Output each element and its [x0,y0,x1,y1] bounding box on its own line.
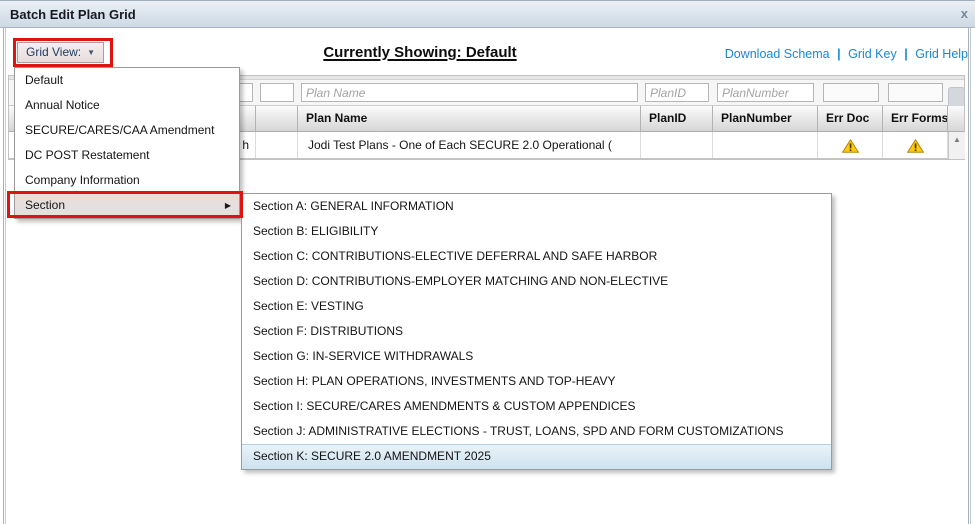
submenu-item-section-i[interactable]: Section I: SECURE/CARES AMENDMENTS & CUS… [242,394,831,419]
chevron-right-icon: ▶ [224,201,231,210]
header-select-column [256,106,298,131]
header-plan-number[interactable]: PlanNumber [713,106,818,131]
submenu-item-section-c[interactable]: Section C: CONTRIBUTIONS-ELECTIVE DEFERR… [242,244,831,269]
menu-item-secure-cares-caa-amendment[interactable]: SECURE/CARES/CAA Amendment [15,118,239,143]
submenu-item-section-g[interactable]: Section G: IN-SERVICE WITHDRAWALS [242,344,831,369]
menu-item-annual-notice[interactable]: Annual Notice [15,93,239,118]
submenu-item-section-k[interactable]: Section K: SECURE 2.0 AMENDMENT 2025 [242,444,831,469]
header-plan-id[interactable]: PlanID [641,106,713,131]
grid-view-dropdown-button[interactable]: Grid View: ▼ [17,42,105,63]
submenu-item-section-f[interactable]: Section F: DISTRIBUTIONS [242,319,831,344]
select-column-filter-input[interactable] [260,83,294,102]
batch-edit-plan-grid-dialog: Batch Edit Plan Grid x Grid View: ▼ Curre… [0,0,975,524]
header-err-forms[interactable]: Err Forms [883,106,948,131]
plan-number-filter-input[interactable] [717,83,814,102]
download-schema-link[interactable]: Download Schema [725,47,830,61]
link-separator: | [904,47,908,61]
warning-icon[interactable] [906,138,924,153]
submenu-item-section-h[interactable]: Section H: PLAN OPERATIONS, INVESTMENTS … [242,369,831,394]
menu-item-section[interactable]: Section ▶ [15,193,239,218]
grid-key-link[interactable]: Grid Key [848,47,897,61]
currently-showing-heading: Currently Showing: Default [323,44,517,61]
scroll-up-icon[interactable]: ▲ [949,136,965,144]
row-plan-number [713,132,818,158]
menu-item-company-information[interactable]: Company Information [15,168,239,193]
dialog-right-border [968,28,971,524]
submenu-item-section-j[interactable]: Section J: ADMINISTRATIVE ELECTIONS - TR… [242,419,831,444]
link-separator: | [837,47,841,61]
row-err-doc-cell [818,132,883,158]
submenu-item-section-e[interactable]: Section E: VESTING [242,294,831,319]
grid-view-menu: Default Annual Notice SECURE/CARES/CAA A… [14,67,240,219]
menu-item-default[interactable]: Default [15,68,239,93]
submenu-item-section-b[interactable]: Section B: ELIGIBILITY [242,219,831,244]
submenu-item-section-a[interactable]: Section A: GENERAL INFORMATION [242,194,831,219]
menu-item-section-label: Section [25,198,66,212]
menu-item-dc-post-restatement[interactable]: DC POST Restatement [15,143,239,168]
grid-view-label: Grid View: [26,45,82,59]
close-icon[interactable]: x [961,1,968,27]
section-submenu: Section A: GENERAL INFORMATION Section B… [241,193,832,470]
dialog-title: Batch Edit Plan Grid [10,7,136,22]
header-err-doc[interactable]: Err Doc [818,106,883,131]
row-plan-name: Jodi Test Plans - One of Each SECURE 2.0… [298,132,641,158]
row-plan-id [641,132,713,158]
dialog-left-border [3,28,6,524]
plan-id-filter-input[interactable] [645,83,709,102]
grid-help-link[interactable]: Grid Help [915,47,968,61]
plan-name-filter-input[interactable] [301,83,638,102]
row-err-forms-cell [883,132,948,158]
header-plan-name[interactable]: Plan Name [298,106,641,131]
warning-icon[interactable] [841,138,859,153]
chevron-down-icon: ▼ [87,48,96,57]
scrollbar-top-notch [948,87,965,106]
err-forms-filter-input[interactable] [888,83,943,102]
err-doc-filter-input[interactable] [823,83,879,102]
header-links: Download Schema | Grid Key | Grid Help [725,47,968,61]
row-select-cell [256,132,298,158]
dialog-titlebar: Batch Edit Plan Grid x [0,0,975,28]
grid-scrollbar[interactable]: ▲ [948,132,965,159]
submenu-item-section-d[interactable]: Section D: CONTRIBUTIONS-EMPLOYER MATCHI… [242,269,831,294]
